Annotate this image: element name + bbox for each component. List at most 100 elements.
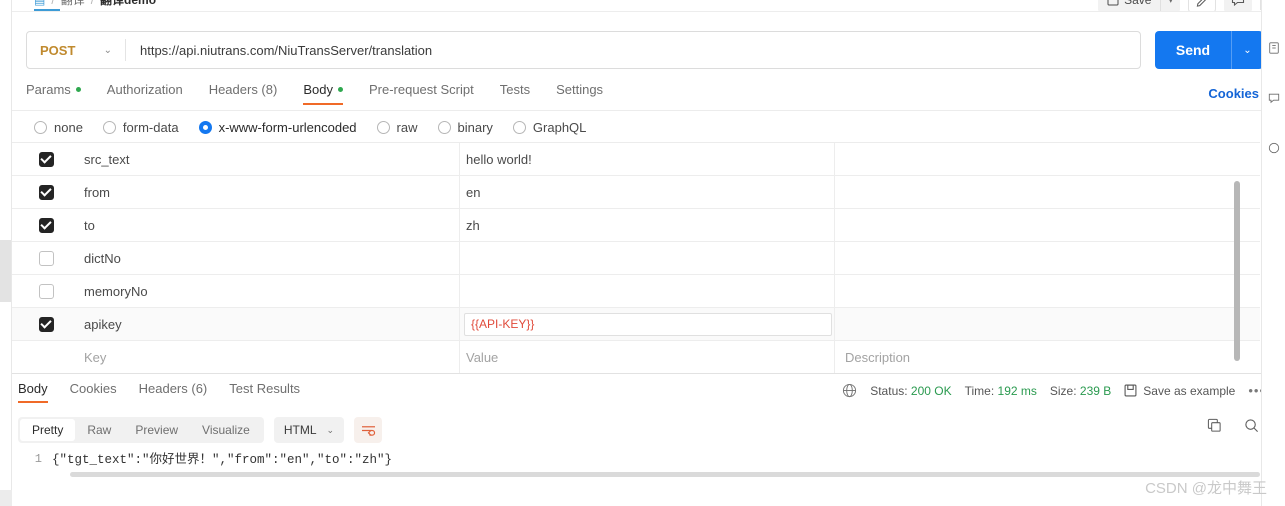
row-checkbox-cell[interactable] bbox=[12, 217, 80, 233]
row-checkbox-cell[interactable] bbox=[12, 316, 80, 332]
table-row[interactable]: src_text hello world! bbox=[12, 143, 1260, 176]
radio-circle-icon bbox=[512, 121, 526, 134]
breadcrumb-crumb-1[interactable]: 翻译 bbox=[61, 0, 85, 8]
value-column-placeholder[interactable]: Value bbox=[460, 340, 835, 373]
row-checkbox-cell[interactable] bbox=[12, 151, 80, 167]
response-tab-cookies[interactable]: Cookies bbox=[70, 381, 117, 403]
url-input[interactable]: https://api.niutrans.com/NiuTransServer/… bbox=[126, 43, 1140, 58]
tab-tests[interactable]: Tests bbox=[500, 82, 530, 105]
row-key[interactable]: to bbox=[80, 208, 460, 242]
row-key[interactable]: memoryNo bbox=[80, 274, 460, 308]
comment-icon[interactable] bbox=[1224, 0, 1252, 11]
description-column-placeholder[interactable]: Description bbox=[835, 341, 1260, 374]
tab-authorization[interactable]: Authorization bbox=[107, 82, 183, 105]
view-raw-button[interactable]: Raw bbox=[75, 419, 123, 441]
size-label: Size: bbox=[1049, 383, 1077, 398]
row-value-cell[interactable]: {{API-KEY}} bbox=[460, 307, 835, 341]
rail-code-icon[interactable] bbox=[1264, 38, 1284, 58]
response-tab-headers[interactable]: Headers (6) bbox=[139, 381, 208, 403]
checkbox-checked-icon[interactable] bbox=[38, 184, 54, 200]
http-method-selector[interactable]: POST ⌄ bbox=[27, 32, 125, 68]
left-sidebar-active-indicator[interactable] bbox=[0, 240, 11, 302]
copy-icon[interactable] bbox=[1207, 418, 1222, 433]
save-dropdown-caret[interactable]: ▾ bbox=[1160, 0, 1180, 11]
response-tab-test-results[interactable]: Test Results bbox=[229, 381, 300, 403]
checkbox-unchecked-icon[interactable] bbox=[38, 250, 54, 266]
row-description[interactable] bbox=[835, 242, 1260, 275]
row-key[interactable]: dictNo bbox=[80, 241, 460, 275]
tab-params-label: Params bbox=[26, 82, 71, 97]
pencil-icon[interactable] bbox=[1188, 0, 1216, 11]
time-badge: Time: 192 ms bbox=[965, 384, 1037, 398]
row-value[interactable]: zh bbox=[460, 208, 835, 242]
response-pane-divider[interactable] bbox=[12, 373, 1273, 374]
row-checkbox-cell[interactable] bbox=[12, 184, 80, 200]
checkbox-unchecked-icon[interactable] bbox=[38, 283, 54, 299]
send-dropdown-caret[interactable]: ⌄ bbox=[1231, 31, 1263, 69]
radio-graphql[interactable]: GraphQL bbox=[512, 120, 587, 135]
tab-settings[interactable]: Settings bbox=[556, 82, 603, 105]
table-row-empty[interactable]: Key Value Description bbox=[12, 340, 1260, 374]
request-tabs: Params Authorization Headers (8) Body Pr… bbox=[26, 82, 1258, 110]
radio-binary[interactable]: binary bbox=[437, 120, 493, 135]
table-row[interactable]: memoryNo bbox=[12, 274, 1260, 308]
params-table-scrollbar[interactable] bbox=[1234, 181, 1240, 361]
response-body-content[interactable]: {"tgt_text":"你好世界！","from":"en","to":"zh… bbox=[52, 452, 392, 469]
cookies-link[interactable]: Cookies bbox=[1208, 86, 1259, 101]
row-checkbox-cell[interactable] bbox=[12, 283, 80, 299]
radio-none[interactable]: none bbox=[34, 120, 83, 135]
tab-body[interactable]: Body bbox=[303, 82, 343, 105]
tab-headers[interactable]: Headers (8) bbox=[209, 82, 278, 105]
rail-comment-icon[interactable] bbox=[1264, 88, 1284, 108]
response-body-horizontal-scrollbar[interactable] bbox=[70, 472, 1260, 477]
row-description[interactable] bbox=[835, 209, 1260, 242]
response-body-actions bbox=[1207, 418, 1259, 433]
radio-circle-icon bbox=[34, 121, 47, 134]
checkbox-checked-icon[interactable] bbox=[38, 151, 54, 167]
response-tab-body[interactable]: Body bbox=[18, 381, 48, 403]
row-value[interactable]: en bbox=[460, 175, 835, 209]
tabs-underline-rule bbox=[12, 110, 1273, 111]
response-format-selector[interactable]: HTML ⌄ bbox=[273, 417, 345, 443]
row-description[interactable] bbox=[835, 308, 1260, 341]
view-pretty-button[interactable]: Pretty bbox=[20, 419, 76, 441]
watermark: CSDN @龙中舞王 bbox=[1145, 480, 1267, 497]
radio-graphql-label: GraphQL bbox=[532, 120, 587, 135]
checkbox-checked-icon[interactable] bbox=[38, 217, 54, 233]
row-value-input[interactable]: {{API-KEY}} bbox=[464, 312, 832, 336]
row-description[interactable] bbox=[835, 275, 1260, 308]
key-column-placeholder[interactable]: Key bbox=[80, 340, 460, 373]
url-input-group: POST ⌄ https://api.niutrans.com/NiuTrans… bbox=[26, 31, 1141, 69]
save-button[interactable]: Save bbox=[1098, 0, 1160, 11]
search-icon[interactable] bbox=[1244, 418, 1259, 433]
view-preview-button[interactable]: Preview bbox=[123, 419, 190, 441]
view-visualize-button[interactable]: Visualize bbox=[190, 419, 262, 441]
row-checkbox-cell[interactable] bbox=[12, 250, 80, 266]
table-row[interactable]: dictNo bbox=[12, 241, 1260, 275]
tab-params[interactable]: Params bbox=[26, 82, 81, 105]
table-row[interactable]: from en bbox=[12, 175, 1260, 209]
breadcrumb-separator-2: / bbox=[91, 0, 94, 7]
response-body-viewer[interactable]: 1 {"tgt_text":"你好世界！","from":"en","to":"… bbox=[12, 449, 1273, 489]
radio-form-data[interactable]: form-data bbox=[102, 120, 179, 135]
response-format-label: HTML bbox=[283, 423, 317, 437]
row-description[interactable] bbox=[835, 176, 1260, 209]
row-key[interactable]: src_text bbox=[80, 143, 460, 176]
row-description[interactable] bbox=[835, 143, 1260, 176]
row-value[interactable] bbox=[460, 274, 835, 308]
row-key[interactable]: from bbox=[80, 175, 460, 209]
row-value[interactable]: hello world! bbox=[460, 143, 835, 176]
radio-raw[interactable]: raw bbox=[376, 120, 418, 135]
radio-x-www-form-urlencoded[interactable]: x-www-form-urlencoded bbox=[198, 120, 357, 135]
rail-info-icon[interactable] bbox=[1264, 138, 1284, 158]
send-button[interactable]: Send bbox=[1155, 31, 1231, 69]
save-as-example-button[interactable]: Save as example bbox=[1124, 384, 1235, 398]
checkbox-checked-icon[interactable] bbox=[38, 316, 54, 332]
row-value[interactable] bbox=[460, 241, 835, 275]
table-row[interactable]: to zh bbox=[12, 208, 1260, 242]
word-wrap-icon[interactable] bbox=[354, 417, 383, 443]
row-key[interactable]: apikey bbox=[80, 307, 460, 341]
breadcrumb: ▤ / 翻译 / 翻译demo bbox=[34, 0, 156, 8]
tab-pre-request-script[interactable]: Pre-request Script bbox=[369, 82, 474, 105]
table-row[interactable]: apikey {{API-KEY}} bbox=[12, 307, 1260, 341]
